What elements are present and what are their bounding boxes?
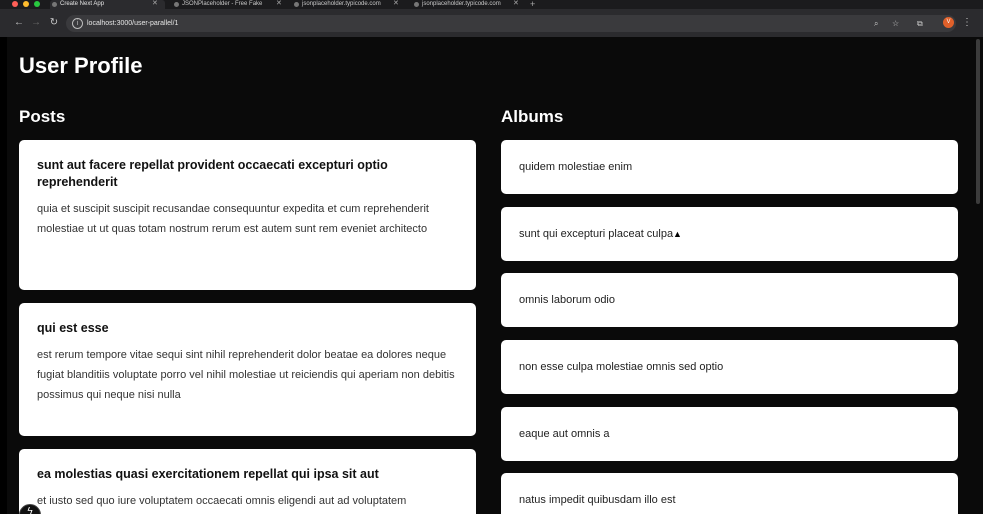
post-body: quia et suscipit suscipit recusandae con… [37,203,429,235]
post-title: qui est esse [37,321,109,335]
post-card: ea molestias quasi exercitationem repell… [19,449,476,514]
album-title: non esse culpa molestiae omnis sed optio [519,361,724,373]
url-text[interactable]: localhost:3000/user-parallel/1 [87,15,178,32]
page-title: User Profile [19,53,143,78]
forward-arrow-icon[interactable]: → [29,16,43,30]
kebab-menu-icon[interactable]: ⋮ [962,15,972,31]
post-card: sunt aut facere repellat provident occae… [19,140,476,290]
tab-label: jsonplaceholder.typicode.com [302,1,381,7]
new-tab-plus-icon[interactable]: + [530,0,535,9]
profile-avatar[interactable]: V [943,17,954,28]
back-arrow-icon[interactable]: ← [12,16,26,30]
reload-icon[interactable]: ↻ [47,16,61,30]
tab-label: jsonplaceholder.typicode.com [422,1,501,7]
post-title: sunt aut facere repellat provident occae… [37,158,388,189]
close-window-button[interactable] [12,1,18,7]
album-card: sunt qui excepturi placeat culpa [501,207,958,261]
posts-heading: Posts [19,107,66,126]
tab-label: JSONPlaceholder - Free Fake [182,1,263,7]
minimize-window-button[interactable] [23,1,29,7]
address-bar[interactable]: i localhost:3000/user-parallel/1 ⌕ ☆ ⧉ [66,15,956,32]
mouse-cursor-icon: ▲ [673,229,682,239]
page-viewport: User Profile Posts Albums sunt aut facer… [7,37,983,514]
zoom-icon[interactable]: ⌕ [874,15,878,32]
tab-jsonplaceholder[interactable]: JSONPlaceholder - Free Fake [172,0,272,9]
tab-strip: Create Next App ✕ JSONPlaceholder - Free… [0,0,983,9]
post-body: et iusto sed quo iure voluptatem occaeca… [37,495,407,507]
tab-favicon-icon [174,2,179,7]
album-title: omnis laborum odio [519,294,615,306]
tab-label: Create Next App [60,1,105,7]
tab-favicon-icon [52,2,57,7]
album-card: eaque aut omnis a [501,407,958,461]
album-card: natus impedit quibusdam illo est [501,473,958,514]
album-title: eaque aut omnis a [519,428,610,440]
lightning-icon: ϟ [27,506,33,514]
albums-heading: Albums [501,107,564,126]
bookmark-star-icon[interactable]: ☆ [892,15,899,32]
tab-typicode-2[interactable]: jsonplaceholder.typicode.com [412,0,508,9]
tab-create-next-app[interactable]: Create Next App [50,0,165,9]
tab-close-icon[interactable]: ✕ [513,0,519,8]
tab-favicon-icon [414,2,419,7]
tab-typicode-1[interactable]: jsonplaceholder.typicode.com [292,0,388,9]
album-card: quidem molestiae enim [501,140,958,194]
maximize-window-button[interactable] [34,1,40,7]
album-card: non esse culpa molestiae omnis sed optio [501,340,958,394]
tab-favicon-icon [294,2,299,7]
post-card: qui est esse est rerum tempore vitae seq… [19,303,476,436]
tab-close-icon[interactable]: ✕ [152,0,158,8]
tab-close-icon[interactable]: ✕ [393,0,399,8]
tab-close-icon[interactable]: ✕ [276,0,282,8]
site-info-icon[interactable]: i [72,18,83,29]
post-body: est rerum tempore vitae sequi sint nihil… [37,349,455,401]
browser-toolbar: ← → ↻ i localhost:3000/user-parallel/1 ⌕… [0,9,983,37]
post-title: ea molestias quasi exercitationem repell… [37,467,379,481]
album-card: omnis laborum odio [501,273,958,327]
extensions-icon[interactable]: ⧉ [917,15,923,32]
album-title: quidem molestiae enim [519,161,633,173]
album-title: natus impedit quibusdam illo est [519,494,676,506]
page-scrollbar[interactable] [976,39,980,204]
album-title: sunt qui excepturi placeat culpa [519,228,674,240]
